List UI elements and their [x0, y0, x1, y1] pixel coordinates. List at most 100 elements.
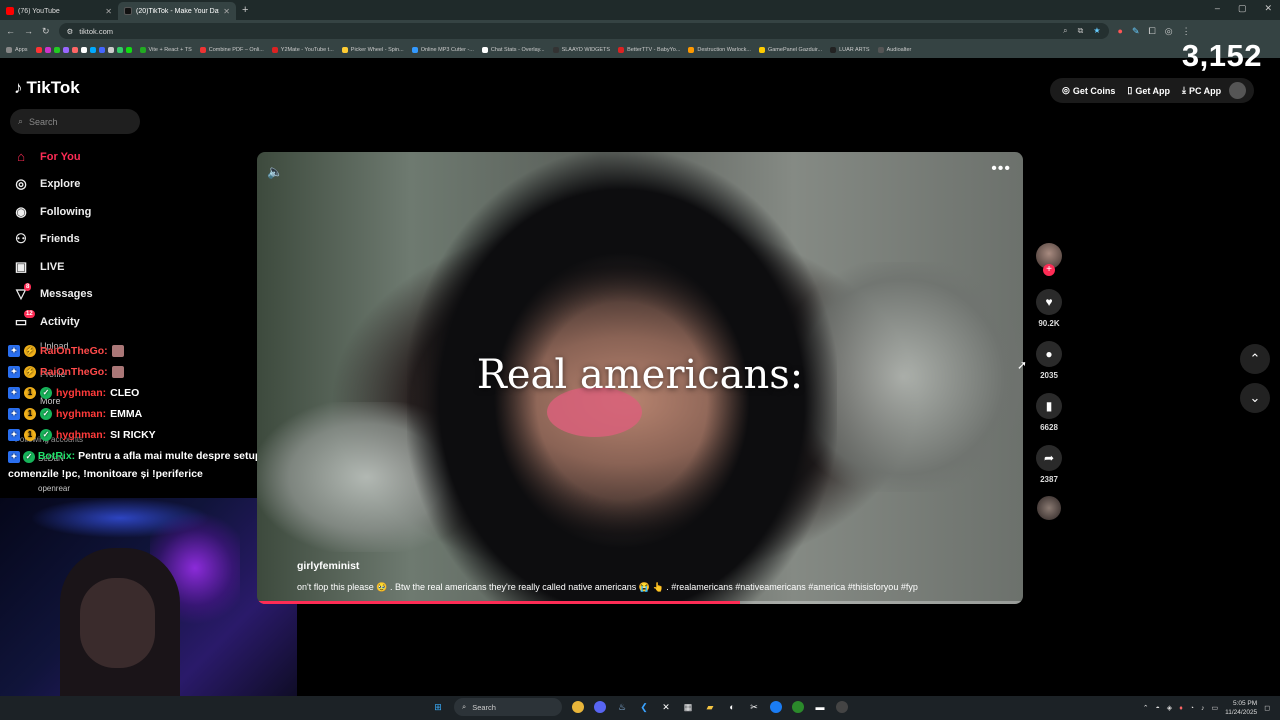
app-icon[interactable]: ▦	[682, 701, 694, 713]
steam-icon[interactable]: ♨	[616, 701, 628, 713]
next-video-button[interactable]: ⌄	[1240, 383, 1270, 413]
bookmark-apps[interactable]: Apps	[6, 47, 28, 53]
notification-icon[interactable]: ◻	[1264, 704, 1270, 712]
xbox-icon[interactable]	[792, 701, 804, 713]
previous-video-button[interactable]: ⌃	[1240, 344, 1270, 374]
sidebar-item-label: Following	[40, 205, 92, 218]
bookmark-item[interactable]: Online MP3 Cutter -...	[411, 47, 474, 53]
search-input[interactable]: ⌕ Search	[10, 109, 140, 134]
creator-avatar[interactable]: +	[1036, 243, 1062, 276]
video-author[interactable]: girlyfeminist	[297, 560, 359, 572]
activity-badge: 12	[24, 310, 35, 318]
app-icon[interactable]: ▬	[814, 701, 826, 713]
folder-icon[interactable]: ▰	[704, 701, 716, 713]
tray-app-icon[interactable]: ◈	[1167, 704, 1172, 712]
verified-icon: ✓	[40, 407, 52, 420]
bookmark-item[interactable]: Y2Mate - YouTube t...	[271, 47, 334, 53]
browser-tab-youtube[interactable]: (76) YouTube ✕	[0, 2, 118, 20]
sidebar-item-explore[interactable]: ◎ Explore	[12, 171, 93, 199]
sidebar-item-activity[interactable]: ▭ 12 Activity	[12, 308, 93, 336]
volume-icon[interactable]: ♪	[1201, 705, 1205, 712]
bookmark-item[interactable]: GamePanel Gazduir...	[758, 47, 822, 53]
extensions-puzzle-icon[interactable]: ⧠	[1149, 26, 1156, 37]
streamer-face	[80, 578, 155, 668]
get-app-button[interactable]: ▯ Get App	[1123, 85, 1174, 96]
more-options-icon[interactable]: •••	[991, 160, 1011, 178]
discord-icon[interactable]	[594, 701, 606, 713]
url-input[interactable]: ⚙ tiktok.com ⌕ ⧉ ★	[58, 23, 1109, 39]
app-icon[interactable]	[770, 701, 782, 713]
get-coins-button[interactable]: ◎ Get Coins	[1058, 85, 1119, 96]
taskbar-search[interactable]: ⌕ Search	[454, 698, 562, 716]
menu-icon[interactable]: ⋮	[1182, 26, 1191, 37]
bookmark-item[interactable]: SLAAYD WIDGETS	[552, 47, 610, 53]
badge-icon: 1	[24, 428, 36, 441]
microphone-icon[interactable]: ♦	[1179, 705, 1183, 712]
save-action[interactable]: ▮ 6628	[1036, 393, 1062, 432]
like-action[interactable]: ♥ 90.2K	[1036, 289, 1062, 328]
follow-icon[interactable]: +	[1043, 264, 1055, 276]
browser-tab-tiktok[interactable]: (20)TikTok - Make Your Day ✕	[118, 2, 236, 20]
comment-action[interactable]: ● 2035	[1036, 341, 1062, 380]
tiktok-logo[interactable]: ♪ TikTok	[14, 78, 80, 98]
bookmark-item[interactable]: Chat Stats - Overlay...	[481, 47, 545, 53]
capcut-icon[interactable]: ✂	[748, 701, 760, 713]
video-progress-bar[interactable]	[257, 601, 1023, 604]
verified-icon: ✓	[40, 428, 52, 441]
obs-icon[interactable]	[836, 701, 848, 713]
sidebar-item-following[interactable]: ◉ Following	[12, 198, 93, 226]
network-icon[interactable]: ◔	[1190, 705, 1194, 712]
site-info-icon[interactable]: ⚙	[67, 27, 74, 36]
following-icon: ◉	[15, 203, 27, 219]
video-progress-fill	[257, 601, 740, 604]
install-icon[interactable]: ⧉	[1078, 26, 1084, 36]
clock[interactable]: 5:05 PM 11/24/2025	[1225, 699, 1257, 717]
tray-app-icon[interactable]: ◓	[1156, 705, 1160, 712]
back-icon[interactable]: ←	[6, 26, 15, 36]
bookmark-item[interactable]: Combine PDF – Onli...	[199, 47, 264, 53]
bookmark-item[interactable]: Picker Wheel - Spin...	[341, 47, 404, 53]
forward-icon[interactable]: →	[24, 26, 33, 36]
close-window-icon[interactable]: ✕	[1264, 3, 1272, 14]
sidebar-item-messages[interactable]: ▽ 8 Messages	[12, 281, 93, 309]
bookmark-icon[interactable]: ▮	[1036, 393, 1062, 419]
chevron-up-icon[interactable]: ⌃	[1143, 704, 1149, 712]
bookmark-item[interactable]: Vite + React + TS	[139, 47, 192, 53]
chrome-icon[interactable]	[572, 701, 584, 713]
coin-icon: ◎	[1062, 85, 1070, 95]
following-account[interactable]: openrear	[38, 484, 70, 493]
heart-icon[interactable]: ♥	[1036, 289, 1062, 315]
zoom-icon[interactable]: ⌕	[1063, 26, 1067, 36]
sidebar-item-live[interactable]: ▣ LIVE	[12, 253, 93, 281]
bookmark-item[interactable]: BetterTTV - BabyYo...	[618, 47, 680, 53]
pc-app-button[interactable]: ⤓ PC App	[1178, 85, 1225, 96]
profile-icon[interactable]: ◎	[1165, 26, 1173, 37]
sidebar-item-friends[interactable]: ⚇ Friends	[12, 226, 93, 254]
share-action[interactable]: ➦ 2387	[1036, 445, 1062, 484]
vscode-icon[interactable]: ❮	[638, 701, 650, 713]
capcut-icon[interactable]: ✕	[660, 701, 672, 713]
reload-icon[interactable]: ↻	[42, 26, 50, 37]
bookmark-item[interactable]: Audioalter	[877, 47, 911, 53]
extension-icon[interactable]: ●	[1118, 26, 1123, 36]
minimize-icon[interactable]: –	[1215, 3, 1220, 14]
volume-icon[interactable]: 🔈	[267, 164, 283, 180]
star-icon[interactable]: ★	[1093, 26, 1100, 36]
share-icon[interactable]: ➦	[1036, 445, 1062, 471]
sidebar-item-for-you[interactable]: ⌂ For You	[12, 143, 93, 171]
close-tab-icon[interactable]: ✕	[223, 7, 230, 16]
battery-icon[interactable]: ▭	[1212, 704, 1219, 712]
new-tab-icon[interactable]: +	[242, 4, 248, 16]
close-tab-icon[interactable]: ✕	[105, 7, 112, 16]
bookmark-item[interactable]: LUAR ARTS	[830, 47, 870, 53]
video-player[interactable]: Real americans: 🔈 ••• girlyfeminist on't…	[257, 152, 1023, 604]
music-disc-icon[interactable]	[1037, 496, 1061, 520]
windows-start-icon[interactable]: ⊞	[432, 701, 444, 713]
app-icon[interactable]: ◐	[726, 701, 738, 713]
maximize-icon[interactable]: ▢	[1238, 3, 1247, 14]
extension-icon[interactable]: ✎	[1132, 26, 1140, 37]
user-avatar[interactable]	[1229, 82, 1247, 99]
mouse-cursor-icon: ➚	[1017, 358, 1028, 372]
comment-icon[interactable]: ●	[1036, 341, 1062, 367]
bookmark-item[interactable]: Destruction Warlock...	[688, 47, 751, 53]
